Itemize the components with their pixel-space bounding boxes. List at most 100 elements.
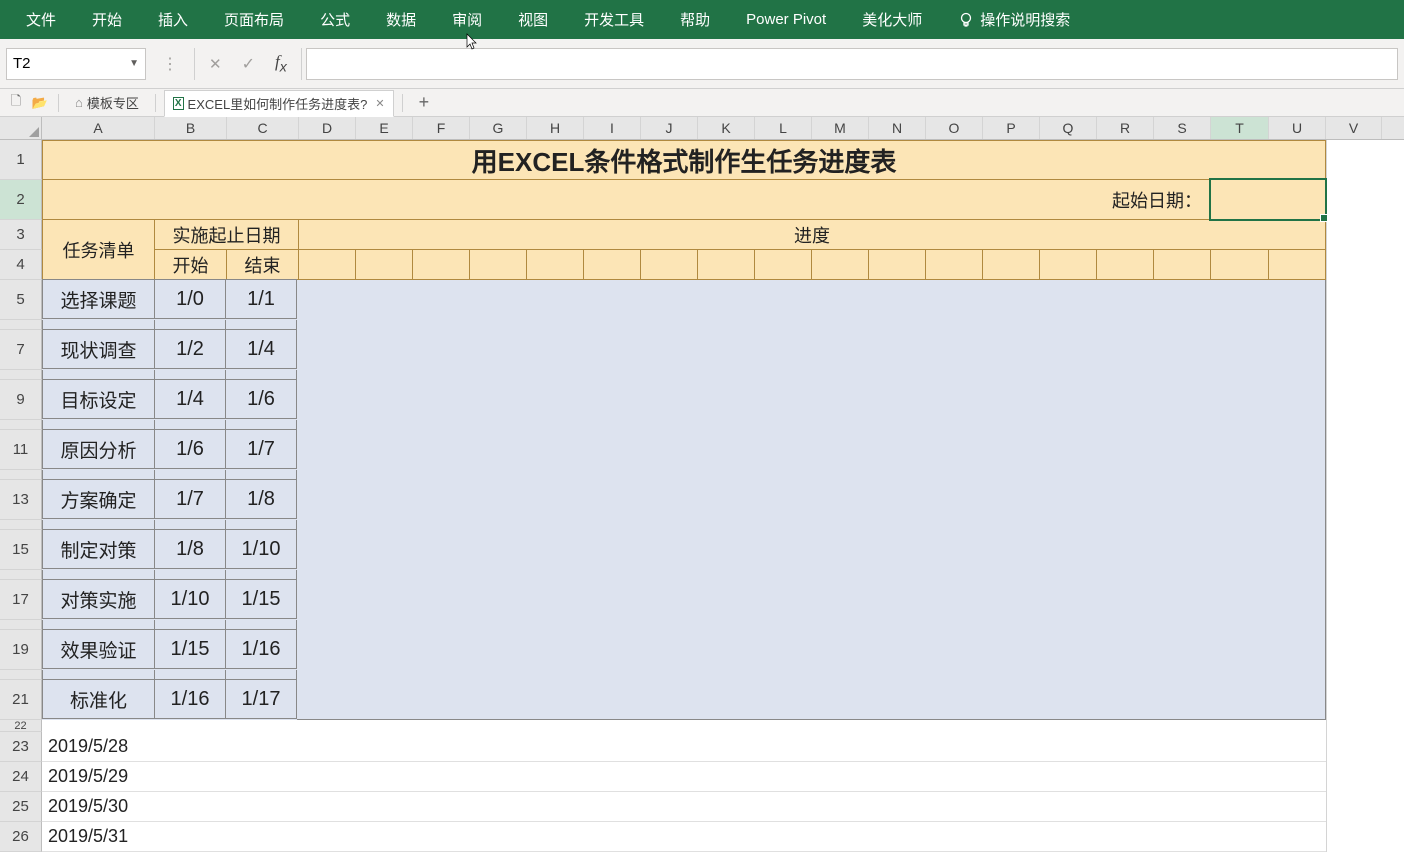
gantt-row[interactable] bbox=[297, 280, 1326, 320]
name-box-dropdown-icon[interactable]: ▼ bbox=[129, 58, 139, 69]
header-progress-cell[interactable] bbox=[584, 250, 641, 280]
task-end-cell[interactable]: 1/15 bbox=[225, 579, 297, 619]
row-header-1[interactable]: 1 bbox=[0, 140, 42, 180]
task-start-cell[interactable]: 1/15 bbox=[154, 629, 226, 669]
header-progress-cell[interactable] bbox=[1040, 250, 1097, 280]
task-start-cell[interactable]: 1/16 bbox=[154, 679, 226, 719]
date-cell[interactable]: 2019/5/31 bbox=[42, 822, 1326, 852]
task-start-cell[interactable]: 1/0 bbox=[154, 279, 226, 319]
tab-workbook-active[interactable]: X EXCEL里如何制作任务进度表? ✕ bbox=[164, 90, 394, 117]
task-start-cell[interactable]: 1/7 bbox=[154, 479, 226, 519]
task-end-cell[interactable]: 1/7 bbox=[225, 429, 297, 469]
task-end-cell[interactable]: 1/10 bbox=[225, 529, 297, 569]
header-progress-cell[interactable] bbox=[755, 250, 812, 280]
task-start-cell[interactable]: 1/2 bbox=[154, 329, 226, 369]
col-header-R[interactable]: R bbox=[1097, 117, 1154, 139]
row-header-15[interactable]: 15 bbox=[0, 530, 42, 570]
row-header-gap[interactable] bbox=[0, 320, 42, 330]
ribbon-home[interactable]: 开始 bbox=[74, 0, 140, 39]
row-header-17[interactable]: 17 bbox=[0, 580, 42, 620]
header-progress-cell[interactable] bbox=[527, 250, 584, 280]
header-progress-cell[interactable] bbox=[1269, 250, 1326, 280]
task-name-cell[interactable]: 对策实施 bbox=[42, 579, 155, 619]
cells-area[interactable]: 用EXCEL条件格式制作生任务进度表起始日期：任务清单实施起止日期开始结束进度选… bbox=[42, 140, 1404, 852]
row-header-gap[interactable] bbox=[0, 570, 42, 580]
col-header-M[interactable]: M bbox=[812, 117, 869, 139]
header-progress-cell[interactable] bbox=[812, 250, 869, 280]
new-file-icon[interactable]: 🗋 bbox=[6, 92, 26, 114]
gantt-row[interactable] bbox=[297, 480, 1326, 520]
task-name-cell[interactable]: 现状调查 bbox=[42, 329, 155, 369]
ribbon-review[interactable]: 审阅 bbox=[434, 0, 500, 39]
task-name-cell[interactable]: 方案确定 bbox=[42, 479, 155, 519]
gantt-row[interactable] bbox=[297, 680, 1326, 720]
header-progress-cell[interactable] bbox=[1097, 250, 1154, 280]
row-header-21[interactable]: 21 bbox=[0, 680, 42, 720]
gantt-row[interactable] bbox=[297, 580, 1326, 620]
task-name-cell[interactable]: 选择课题 bbox=[42, 279, 155, 319]
row-header-13[interactable]: 13 bbox=[0, 480, 42, 520]
cancel-formula-icon[interactable]: ✕ bbox=[209, 55, 222, 73]
tab-template-zone[interactable]: ⌂ 模板专区 bbox=[67, 89, 147, 116]
row-header-gap[interactable] bbox=[0, 620, 42, 630]
row-header-gap[interactable] bbox=[0, 470, 42, 480]
header-progress-cell[interactable] bbox=[1211, 250, 1269, 280]
header-progress-cell[interactable] bbox=[869, 250, 926, 280]
row-header-5[interactable]: 5 bbox=[0, 280, 42, 320]
row-header-7[interactable]: 7 bbox=[0, 330, 42, 370]
header-progress-cell[interactable] bbox=[983, 250, 1040, 280]
task-start-cell[interactable]: 1/10 bbox=[154, 579, 226, 619]
col-header-C[interactable]: C bbox=[227, 117, 299, 139]
col-header-L[interactable]: L bbox=[755, 117, 812, 139]
task-end-cell[interactable]: 1/4 bbox=[225, 329, 297, 369]
header-progress-cell[interactable] bbox=[926, 250, 983, 280]
date-cell[interactable]: 2019/5/29 bbox=[42, 762, 1326, 792]
task-name-cell[interactable]: 原因分析 bbox=[42, 429, 155, 469]
header-progress-cell[interactable] bbox=[413, 250, 470, 280]
ribbon-view[interactable]: 视图 bbox=[500, 0, 566, 39]
gantt-row[interactable] bbox=[297, 630, 1326, 670]
row-header-26[interactable]: 26 bbox=[0, 822, 42, 852]
gantt-row[interactable] bbox=[297, 330, 1326, 370]
header-progress-cell[interactable] bbox=[299, 250, 356, 280]
ribbon-powerpivot[interactable]: Power Pivot bbox=[728, 0, 844, 39]
row-header-gap[interactable] bbox=[0, 670, 42, 680]
start-date-cell[interactable] bbox=[1210, 180, 1325, 219]
header-progress-cell[interactable] bbox=[641, 250, 698, 280]
col-header-T[interactable]: T bbox=[1211, 117, 1269, 139]
ribbon-help[interactable]: 帮助 bbox=[662, 0, 728, 39]
task-end-cell[interactable]: 1/16 bbox=[225, 629, 297, 669]
task-end-cell[interactable]: 1/6 bbox=[225, 379, 297, 419]
col-header-G[interactable]: G bbox=[470, 117, 527, 139]
task-start-cell[interactable]: 1/6 bbox=[154, 429, 226, 469]
row-header-gap[interactable] bbox=[0, 420, 42, 430]
header-progress-cell[interactable] bbox=[1154, 250, 1211, 280]
header-progress-cell[interactable] bbox=[698, 250, 755, 280]
row-header-19[interactable]: 19 bbox=[0, 630, 42, 670]
col-header-H[interactable]: H bbox=[527, 117, 584, 139]
task-name-cell[interactable]: 制定对策 bbox=[42, 529, 155, 569]
col-header-K[interactable]: K bbox=[698, 117, 755, 139]
open-folder-icon[interactable]: 📂 bbox=[30, 95, 50, 111]
col-header-O[interactable]: O bbox=[926, 117, 983, 139]
fx-icon[interactable]: fx bbox=[275, 52, 287, 75]
ribbon-formulas[interactable]: 公式 bbox=[302, 0, 368, 39]
task-end-cell[interactable]: 1/17 bbox=[225, 679, 297, 719]
header-progress-cell[interactable] bbox=[356, 250, 413, 280]
col-header-I[interactable]: I bbox=[584, 117, 641, 139]
col-header-J[interactable]: J bbox=[641, 117, 698, 139]
ribbon-file[interactable]: 文件 bbox=[8, 0, 74, 39]
ribbon-data[interactable]: 数据 bbox=[368, 0, 434, 39]
row-header-11[interactable]: 11 bbox=[0, 430, 42, 470]
name-box[interactable]: T2 ▼ bbox=[6, 48, 146, 80]
row-header-2[interactable]: 2 bbox=[0, 180, 42, 220]
col-header-U[interactable]: U bbox=[1269, 117, 1326, 139]
col-header-D[interactable]: D bbox=[299, 117, 356, 139]
row-header-gap[interactable] bbox=[0, 370, 42, 380]
tab-add-icon[interactable]: + bbox=[411, 92, 438, 113]
ribbon-insert[interactable]: 插入 bbox=[140, 0, 206, 39]
date-cell[interactable]: 2019/5/28 bbox=[42, 732, 1326, 762]
task-name-cell[interactable]: 标准化 bbox=[42, 679, 155, 719]
col-header-B[interactable]: B bbox=[155, 117, 227, 139]
task-start-cell[interactable]: 1/8 bbox=[154, 529, 226, 569]
